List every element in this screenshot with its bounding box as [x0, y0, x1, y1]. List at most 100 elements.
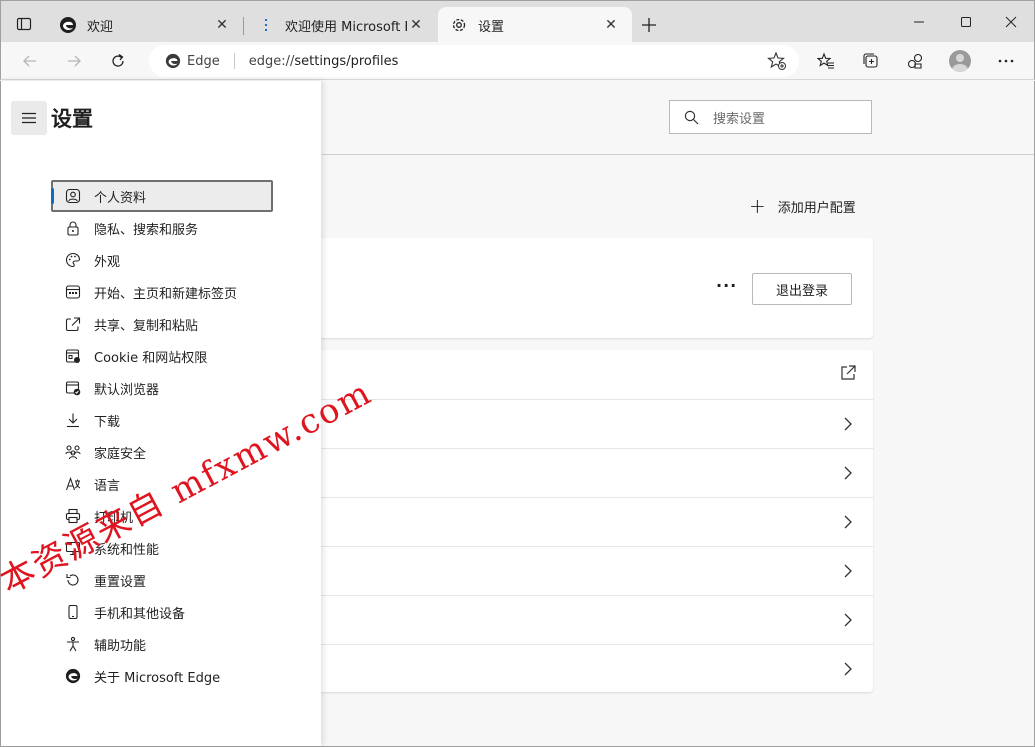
language-icon: [64, 475, 82, 493]
edge-chip-label: Edge: [187, 53, 220, 69]
search-settings-input[interactable]: 搜索设置: [669, 100, 872, 134]
close-icon[interactable]: ✕: [602, 16, 620, 34]
favorites-icon: [817, 52, 834, 69]
more-button[interactable]: [991, 46, 1021, 76]
nav-item-cookies[interactable]: Cookie 和网站权限: [51, 340, 273, 372]
accessibility-icon: [64, 635, 82, 653]
list-item[interactable]: [311, 399, 873, 448]
nav-item-profiles[interactable]: 个人资料: [51, 180, 273, 212]
add-favorite-icon[interactable]: [767, 51, 787, 71]
nav-item-label: 辅助功能: [94, 638, 147, 654]
close-icon: [1005, 16, 1017, 28]
collections-button[interactable]: [856, 46, 886, 76]
external-link-icon: [841, 365, 856, 380]
add-profile-label: 添加用户配置: [777, 200, 856, 216]
settings-nav-panel: 设置 个人资料 隐私、搜索和服务 外观 开始、主页和新建标签页 共享、复制和粘贴…: [1, 81, 321, 746]
maximize-icon: [961, 17, 971, 27]
nav-item-default-browser[interactable]: 默认浏览器: [51, 372, 273, 404]
maximize-button[interactable]: [946, 7, 986, 37]
minimize-button[interactable]: [899, 7, 939, 37]
nav-item-reset[interactable]: 重置设置: [51, 564, 273, 596]
edge-chip: Edge: [165, 53, 220, 69]
url-prefix: edge://: [248, 53, 295, 69]
nav-item-start-page[interactable]: 开始、主页和新建标签页: [51, 276, 273, 308]
edge-doc-icon: [257, 16, 275, 34]
nav-item-phone[interactable]: 手机和其他设备: [51, 596, 273, 628]
nav-item-printers[interactable]: 打印机: [51, 500, 273, 532]
address-bar[interactable]: Edge edge://settings/profiles: [149, 45, 799, 77]
tab-label: 欢迎: [87, 19, 114, 35]
close-window-button[interactable]: [991, 7, 1031, 37]
arrow-left-icon: [23, 55, 36, 67]
signout-button[interactable]: 退出登录: [752, 273, 852, 305]
toolbar: Edge edge://settings/profiles: [0, 42, 1035, 80]
tab-settings[interactable]: 设置 ✕: [438, 7, 632, 43]
list-item[interactable]: [311, 497, 873, 546]
nav-item-label: 开始、主页和新建标签页: [94, 286, 238, 302]
nav-item-label: 打印机: [94, 510, 134, 526]
list-item[interactable]: [311, 595, 873, 644]
list-item[interactable]: [311, 350, 873, 399]
nav-item-privacy[interactable]: 隐私、搜索和服务: [51, 212, 273, 244]
nav-item-label: 手机和其他设备: [94, 606, 186, 622]
nav-item-label: 外观: [94, 254, 121, 270]
search-placeholder: 搜索设置: [713, 111, 766, 127]
avatar: [949, 50, 971, 72]
system-icon: [64, 539, 82, 557]
profile-more-button[interactable]: ···: [716, 276, 737, 295]
tab-separator: [243, 17, 244, 35]
close-icon[interactable]: ✕: [213, 16, 231, 34]
edge-logo-icon: [59, 16, 77, 34]
nav-item-system[interactable]: 系统和性能: [51, 532, 273, 564]
tab-label: 欢迎使用 Microsoft Edge: [285, 19, 407, 35]
reset-icon: [64, 571, 82, 589]
nav-item-label: 系统和性能: [94, 542, 160, 558]
nav-item-appearance[interactable]: 外观: [51, 244, 273, 276]
extensions-button[interactable]: [900, 46, 930, 76]
plus-icon: +: [749, 194, 766, 218]
nav-item-languages[interactable]: 语言: [51, 468, 273, 500]
list-item[interactable]: [311, 644, 873, 693]
close-icon[interactable]: ✕: [407, 16, 425, 34]
nav-item-share[interactable]: 共享、复制和粘贴: [51, 308, 273, 340]
nav-item-about[interactable]: 关于 Microsoft Edge: [51, 660, 273, 692]
favorites-button[interactable]: [811, 46, 841, 76]
add-profile-button[interactable]: + 添加用户配置: [749, 196, 856, 216]
nav-item-label: 隐私、搜索和服务: [94, 222, 199, 238]
nav-item-label: Cookie 和网站权限: [94, 350, 208, 366]
nav-item-label: 关于 Microsoft Edge: [94, 670, 221, 686]
profile-card: ··· 退出登录: [311, 238, 873, 338]
list-item[interactable]: [311, 448, 873, 497]
download-icon: [64, 411, 82, 429]
search-icon: [684, 110, 699, 125]
back-button[interactable]: [15, 46, 45, 76]
extensions-icon: [907, 53, 923, 69]
chevron-right-icon: [844, 613, 852, 627]
tab-welcome-edge[interactable]: 欢迎使用 Microsoft Edge ✕: [245, 7, 437, 43]
list-item[interactable]: [311, 546, 873, 595]
nav-item-downloads[interactable]: 下载: [51, 404, 273, 436]
new-tab-button[interactable]: [637, 13, 661, 37]
tab-strip: 欢迎 ✕ 欢迎使用 Microsoft Edge ✕ 设置 ✕: [0, 0, 1035, 43]
chevron-right-icon: [844, 466, 852, 480]
nav-item-family[interactable]: 家庭安全: [51, 436, 273, 468]
tab-actions-button[interactable]: [9, 9, 39, 39]
site-permissions-icon: [64, 347, 82, 365]
tab-welcome[interactable]: 欢迎 ✕: [47, 7, 243, 43]
menu-button[interactable]: [11, 101, 47, 135]
nav-item-accessibility[interactable]: 辅助功能: [51, 628, 273, 660]
edge-logo-icon: [64, 667, 82, 685]
address-separator: [233, 53, 235, 69]
edge-logo-icon: [165, 53, 181, 69]
refresh-button[interactable]: [103, 46, 133, 76]
forward-button[interactable]: [59, 46, 89, 76]
nav-item-label: 默认浏览器: [94, 382, 160, 398]
gear-icon: [450, 16, 468, 34]
family-icon: [64, 443, 82, 461]
profile-button[interactable]: [945, 46, 975, 76]
nav-item-label: 个人资料: [94, 190, 147, 206]
tab-label: 设置: [478, 19, 505, 35]
chevron-right-icon: [844, 417, 852, 431]
tab-actions-icon: [16, 17, 32, 31]
profile-icon: [64, 187, 82, 205]
